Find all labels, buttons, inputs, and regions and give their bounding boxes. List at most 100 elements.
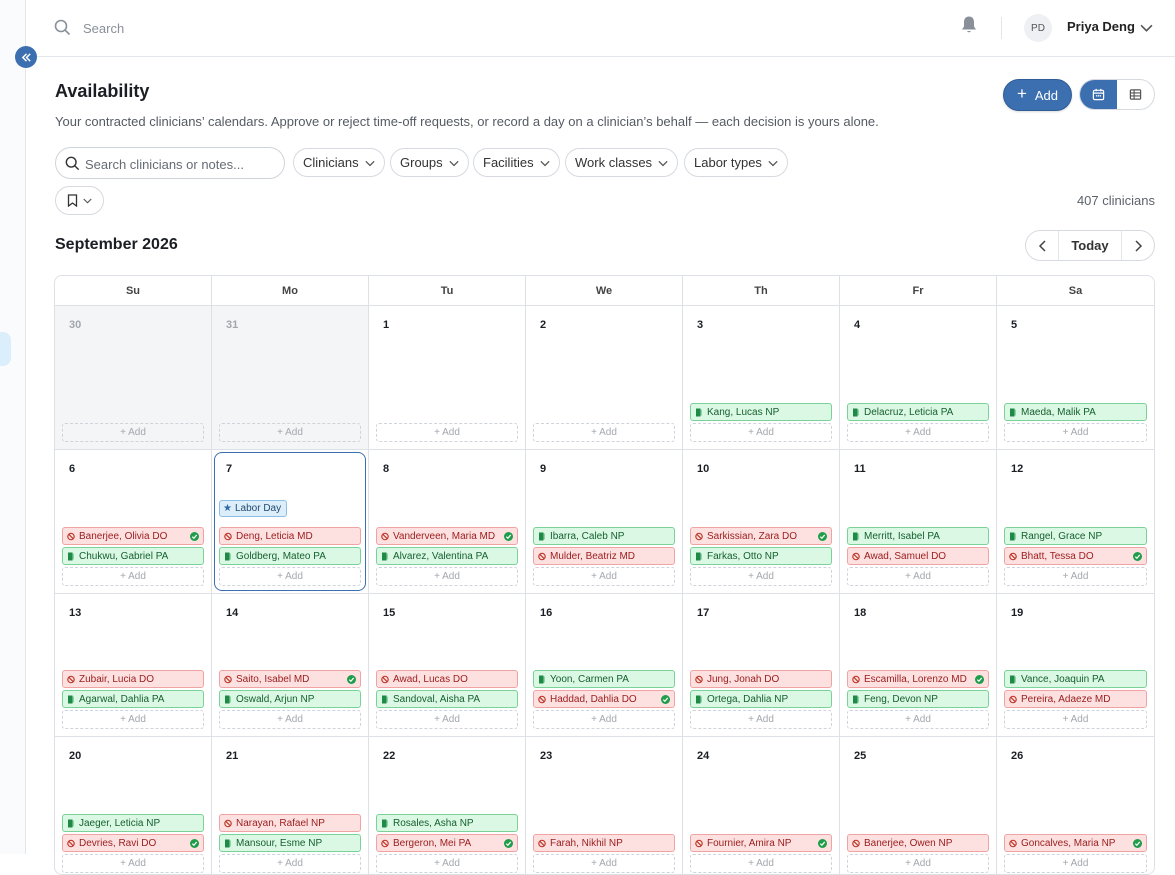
add-entry-button[interactable]: + Add <box>690 567 832 586</box>
calendar-day[interactable]: 30 + Add <box>55 306 212 449</box>
availability-entry[interactable]: Rangel, Grace NP <box>1004 527 1147 545</box>
add-entry-button[interactable]: + Add <box>847 854 989 873</box>
availability-entry[interactable]: Mansour, Esme NP <box>219 834 361 852</box>
add-entry-button[interactable]: + Add <box>847 710 989 729</box>
filter-work-classes[interactable]: Work classes <box>565 148 679 177</box>
calendar-day[interactable]: 7 ★ Labor Day Deng, Leticia MD Goldberg, Mat… <box>212 450 369 593</box>
add-entry-button[interactable]: + Add <box>62 567 204 586</box>
availability-entry[interactable]: Farkas, Otto NP <box>690 547 832 565</box>
calendar-day[interactable]: 23 Farah, Nikhil NP + Add <box>526 737 683 874</box>
add-entry-button[interactable]: + Add <box>219 710 361 729</box>
add-entry-button[interactable]: + Add <box>219 423 361 442</box>
add-entry-button[interactable]: + Add <box>219 854 361 873</box>
availability-entry[interactable]: Yoon, Carmen PA <box>533 670 675 688</box>
availability-entry[interactable]: Kang, Lucas NP <box>690 403 832 421</box>
time-off-entry[interactable]: Sarkissian, Zara DO <box>690 527 832 545</box>
availability-entry[interactable]: Ibarra, Caleb NP <box>533 527 675 545</box>
add-entry-button[interactable]: + Add <box>62 854 204 873</box>
calendar-day[interactable]: 24 Fournier, Amira NP + Add <box>683 737 840 874</box>
add-entry-button[interactable]: + Add <box>219 567 361 586</box>
time-off-entry[interactable]: Mulder, Beatriz MD <box>533 547 675 565</box>
add-entry-button[interactable]: + Add <box>376 423 518 442</box>
availability-entry[interactable]: Ortega, Dahlia NP <box>690 690 832 708</box>
add-entry-button[interactable]: + Add <box>690 710 832 729</box>
availability-entry[interactable]: Maeda, Malik PA <box>1004 403 1147 421</box>
add-entry-button[interactable]: + Add <box>1004 710 1147 729</box>
sidebar-tab[interactable] <box>0 332 11 366</box>
add-entry-button[interactable]: + Add <box>533 423 675 442</box>
calendar-day[interactable]: 9 Ibarra, Caleb NP Mulder, Beatriz MD + Add <box>526 450 683 593</box>
availability-entry[interactable]: Vance, Joaquin PA <box>1004 670 1147 688</box>
add-entry-button[interactable]: + Add <box>690 423 832 442</box>
filter-groups[interactable]: Groups <box>390 148 469 177</box>
table-view-button[interactable] <box>1117 80 1154 109</box>
time-off-entry[interactable]: Jung, Jonah DO <box>690 670 832 688</box>
availability-entry[interactable]: Feng, Devon NP <box>847 690 989 708</box>
add-entry-button[interactable]: + Add <box>376 854 518 873</box>
availability-entry[interactable]: Sandoval, Aisha PA <box>376 690 518 708</box>
time-off-entry[interactable]: Bhatt, Tessa DO <box>1004 547 1147 565</box>
filter-facilities[interactable]: Facilities <box>473 148 560 177</box>
availability-entry[interactable]: Merritt, Isabel PA <box>847 527 989 545</box>
time-off-entry[interactable]: Saito, Isabel MD <box>219 670 361 688</box>
time-off-entry[interactable]: Deng, Leticia MD <box>219 527 361 545</box>
availability-entry[interactable]: Jaeger, Leticia NP <box>62 814 204 832</box>
calendar-day[interactable]: 16 Yoon, Carmen PA Haddad, Dahlia DO + Add <box>526 594 683 736</box>
availability-entry[interactable]: Oswald, Arjun NP <box>219 690 361 708</box>
user-name[interactable]: Priya Deng <box>1067 19 1135 34</box>
add-entry-button[interactable]: + Add <box>533 854 675 873</box>
time-off-entry[interactable]: Farah, Nikhil NP <box>533 834 675 852</box>
availability-entry[interactable]: Delacruz, Leticia PA <box>847 403 989 421</box>
calendar-day[interactable]: 4 Delacruz, Leticia PA + Add <box>840 306 997 449</box>
global-search-input[interactable] <box>83 19 383 37</box>
calendar-day[interactable]: 8 Vanderveen, Maria MD Alvarez, Valentina … <box>369 450 526 593</box>
calendar-day[interactable]: 26 Goncalves, Maria NP + Add <box>997 737 1154 874</box>
add-entry-button[interactable]: + Add <box>62 423 204 442</box>
time-off-entry[interactable]: Banerjee, Owen NP <box>847 834 989 852</box>
time-off-entry[interactable]: Narayan, Rafael NP <box>219 814 361 832</box>
calendar-day[interactable]: 11 Merritt, Isabel PA Awad, Samuel DO + Add <box>840 450 997 593</box>
calendar-day[interactable]: 21 Narayan, Rafael NP Mansour, Esme NP + Ad… <box>212 737 369 874</box>
add-entry-button[interactable]: + Add <box>847 567 989 586</box>
calendar-day[interactable]: 20 Jaeger, Leticia NP Devries, Ravi DO + Ad… <box>55 737 212 874</box>
add-entry-button[interactable]: + Add <box>376 567 518 586</box>
availability-entry[interactable]: Chukwu, Gabriel PA <box>62 547 204 565</box>
add-entry-button[interactable]: + Add <box>533 567 675 586</box>
time-off-entry[interactable]: Awad, Samuel DO <box>847 547 989 565</box>
time-off-entry[interactable]: Bergeron, Mei PA <box>376 834 518 852</box>
time-off-entry[interactable]: Vanderveen, Maria MD <box>376 527 518 545</box>
calendar-day[interactable]: 18 Escamilla, Lorenzo MD Feng, Devon NP + A… <box>840 594 997 736</box>
add-entry-button[interactable]: + Add <box>1004 423 1147 442</box>
today-button[interactable]: Today <box>1058 231 1122 260</box>
calendar-day[interactable]: 13 Zubair, Lucia DO Agarwal, Dahlia PA + Ad… <box>55 594 212 736</box>
calendar-day[interactable]: 5 Maeda, Malik PA + Add <box>997 306 1154 449</box>
avatar[interactable]: PD <box>1024 14 1052 42</box>
time-off-entry[interactable]: Pereira, Adaeze MD <box>1004 690 1147 708</box>
time-off-entry[interactable]: Zubair, Lucia DO <box>62 670 204 688</box>
availability-entry[interactable]: Rosales, Asha NP <box>376 814 518 832</box>
calendar-day[interactable]: 19 Vance, Joaquin PA Pereira, Adaeze MD + A… <box>997 594 1154 736</box>
clinician-search-input[interactable] <box>85 155 275 173</box>
add-entry-button[interactable]: + Add <box>847 423 989 442</box>
time-off-entry[interactable]: Escamilla, Lorenzo MD <box>847 670 989 688</box>
add-entry-button[interactable]: + Add <box>376 710 518 729</box>
availability-entry[interactable]: Goldberg, Mateo PA <box>219 547 361 565</box>
time-off-entry[interactable]: Goncalves, Maria NP <box>1004 834 1147 852</box>
saved-views-button[interactable] <box>55 186 104 215</box>
add-entry-button[interactable]: + Add <box>62 710 204 729</box>
calendar-day[interactable]: 14 Saito, Isabel MD Oswald, Arjun NP + Add <box>212 594 369 736</box>
calendar-day[interactable]: 3 Kang, Lucas NP + Add <box>683 306 840 449</box>
chevron-down-icon[interactable] <box>1140 21 1153 34</box>
time-off-entry[interactable]: Awad, Lucas DO <box>376 670 518 688</box>
calendar-day[interactable]: 22 Rosales, Asha NP Bergeron, Mei PA + Add <box>369 737 526 874</box>
calendar-day[interactable]: 6 Banerjee, Olivia DO Chukwu, Gabriel PA + … <box>55 450 212 593</box>
collapse-sidebar-button[interactable] <box>15 46 37 68</box>
add-entry-button[interactable]: + Add <box>690 854 832 873</box>
time-off-entry[interactable]: Haddad, Dahlia DO <box>533 690 675 708</box>
filter-labor-types[interactable]: Labor types <box>684 148 788 177</box>
add-entry-button[interactable]: + Add <box>533 710 675 729</box>
calendar-day[interactable]: 12 Rangel, Grace NP Bhatt, Tessa DO + Add <box>997 450 1154 593</box>
calendar-day[interactable]: 17 Jung, Jonah DO Ortega, Dahlia NP + Add <box>683 594 840 736</box>
availability-entry[interactable]: Alvarez, Valentina PA <box>376 547 518 565</box>
calendar-day[interactable]: 31 + Add <box>212 306 369 449</box>
